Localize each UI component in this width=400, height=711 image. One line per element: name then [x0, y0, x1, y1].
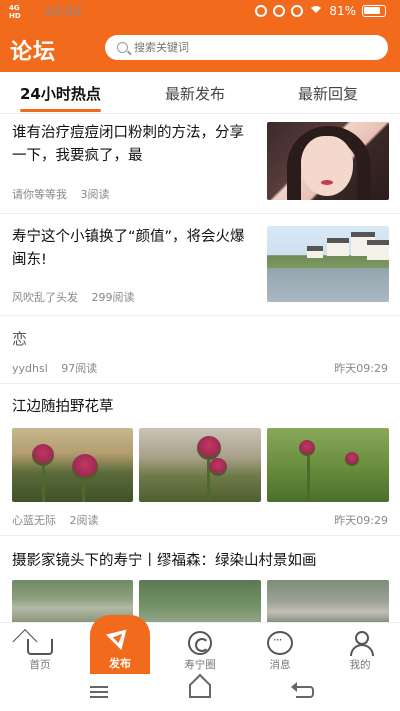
post-image — [139, 428, 261, 502]
paper-plane-icon — [105, 621, 135, 651]
tab-bar: 24小时热点 最新发布 最新回复 — [0, 72, 400, 114]
headphones-icon — [273, 5, 286, 17]
post-image — [267, 428, 389, 502]
post-time: 昨天09:29 — [334, 514, 388, 527]
post-image — [12, 428, 133, 502]
nav-messages[interactable]: 消息 — [250, 623, 310, 675]
post-item[interactable]: 摄影家镜头下的寿宁丨缪福森：绿染山村景如画 — [0, 536, 400, 622]
wifi-icon — [309, 6, 324, 16]
search-input[interactable] — [134, 41, 354, 54]
post-meta: 请你等等我 3阅读 — [12, 186, 120, 202]
post-title: 江边随拍野花草 — [12, 399, 114, 415]
post-item[interactable]: 寿宁这个小镇换了“颜值”，将会火爆闽东! 风吹乱了头发 299阅读 — [0, 214, 400, 316]
network-indicator: 4G HD — [9, 4, 21, 20]
tab-latest-posts[interactable]: 最新发布 — [165, 83, 225, 104]
post-meta: 风吹乱了头发 299阅读 — [12, 289, 145, 305]
search-bar[interactable] — [105, 35, 388, 60]
status-bar: 4G HD 10:00 81% — [0, 0, 400, 26]
tab-24h-hot[interactable]: 24小时热点 — [20, 83, 101, 112]
circle-icon — [188, 631, 212, 655]
post-reads: 299阅读 — [91, 291, 135, 304]
post-title: 摄影家镜头下的寿宁丨缪福森：绿染山村景如画 — [12, 553, 317, 569]
app-header: 4G HD 10:00 81% 论坛 — [0, 0, 400, 72]
nav-publish[interactable]: 发布 — [90, 615, 150, 675]
post-meta: yydhsl 97阅读 — [12, 360, 107, 376]
battery-icon — [362, 5, 386, 17]
post-title: 谁有治疗痘痘闭口粉刺的方法，分享一下，我要疯了，最 — [12, 125, 244, 164]
post-author: 请你等等我 — [12, 188, 67, 201]
post-item[interactable]: 谁有治疗痘痘闭口粉刺的方法，分享一下，我要疯了，最 请你等等我 3阅读 — [0, 114, 400, 214]
post-thumbnail — [267, 122, 389, 200]
tab-latest-replies[interactable]: 最新回复 — [298, 83, 358, 104]
post-image — [267, 580, 389, 622]
message-icon — [267, 631, 293, 655]
bottom-nav: 首页 发布 寿宁圈 消息 我的 — [0, 615, 400, 675]
post-reads: 3阅读 — [80, 188, 110, 201]
post-title: 恋 — [12, 330, 28, 348]
post-feed: 谁有治疗痘痘闭口粉刺的方法，分享一下，我要疯了，最 请你等等我 3阅读 寿宁这个… — [0, 114, 400, 622]
post-author: 心蓝无际 — [12, 514, 56, 527]
system-nav-bar — [0, 674, 400, 711]
home-icon — [27, 639, 53, 655]
mute-icon — [291, 5, 304, 17]
post-author: 风吹乱了头发 — [12, 291, 78, 304]
search-icon — [117, 42, 128, 53]
post-reads: 97阅读 — [61, 362, 98, 375]
post-time: 昨天09:29 — [334, 362, 388, 375]
nav-home[interactable]: 首页 — [10, 623, 70, 675]
back-icon[interactable] — [291, 682, 314, 698]
menu-icon[interactable] — [90, 686, 108, 698]
alarm-icon — [255, 5, 268, 17]
post-meta: 心蓝无际 2阅读 — [12, 512, 109, 528]
nav-shouning-circle[interactable]: 寿宁圈 — [170, 623, 230, 675]
post-image — [139, 580, 261, 622]
user-icon — [347, 631, 374, 656]
post-item[interactable]: 江边随拍野花草 心蓝无际 2阅读 昨天09:29 — [0, 384, 400, 536]
page-title: 论坛 — [10, 40, 57, 65]
post-reads: 2阅读 — [69, 514, 99, 527]
system-home-icon[interactable] — [189, 684, 211, 698]
nav-profile[interactable]: 我的 — [330, 623, 390, 675]
post-thumbnail — [267, 226, 389, 302]
status-icons: 81% — [255, 4, 386, 18]
battery-percent: 81% — [329, 4, 356, 18]
post-item[interactable]: 恋 yydhsl 97阅读 昨天09:29 — [0, 316, 400, 384]
post-author: yydhsl — [12, 362, 48, 375]
post-title: 寿宁这个小镇换了“颜值”，将会火爆闽东! — [12, 229, 245, 268]
